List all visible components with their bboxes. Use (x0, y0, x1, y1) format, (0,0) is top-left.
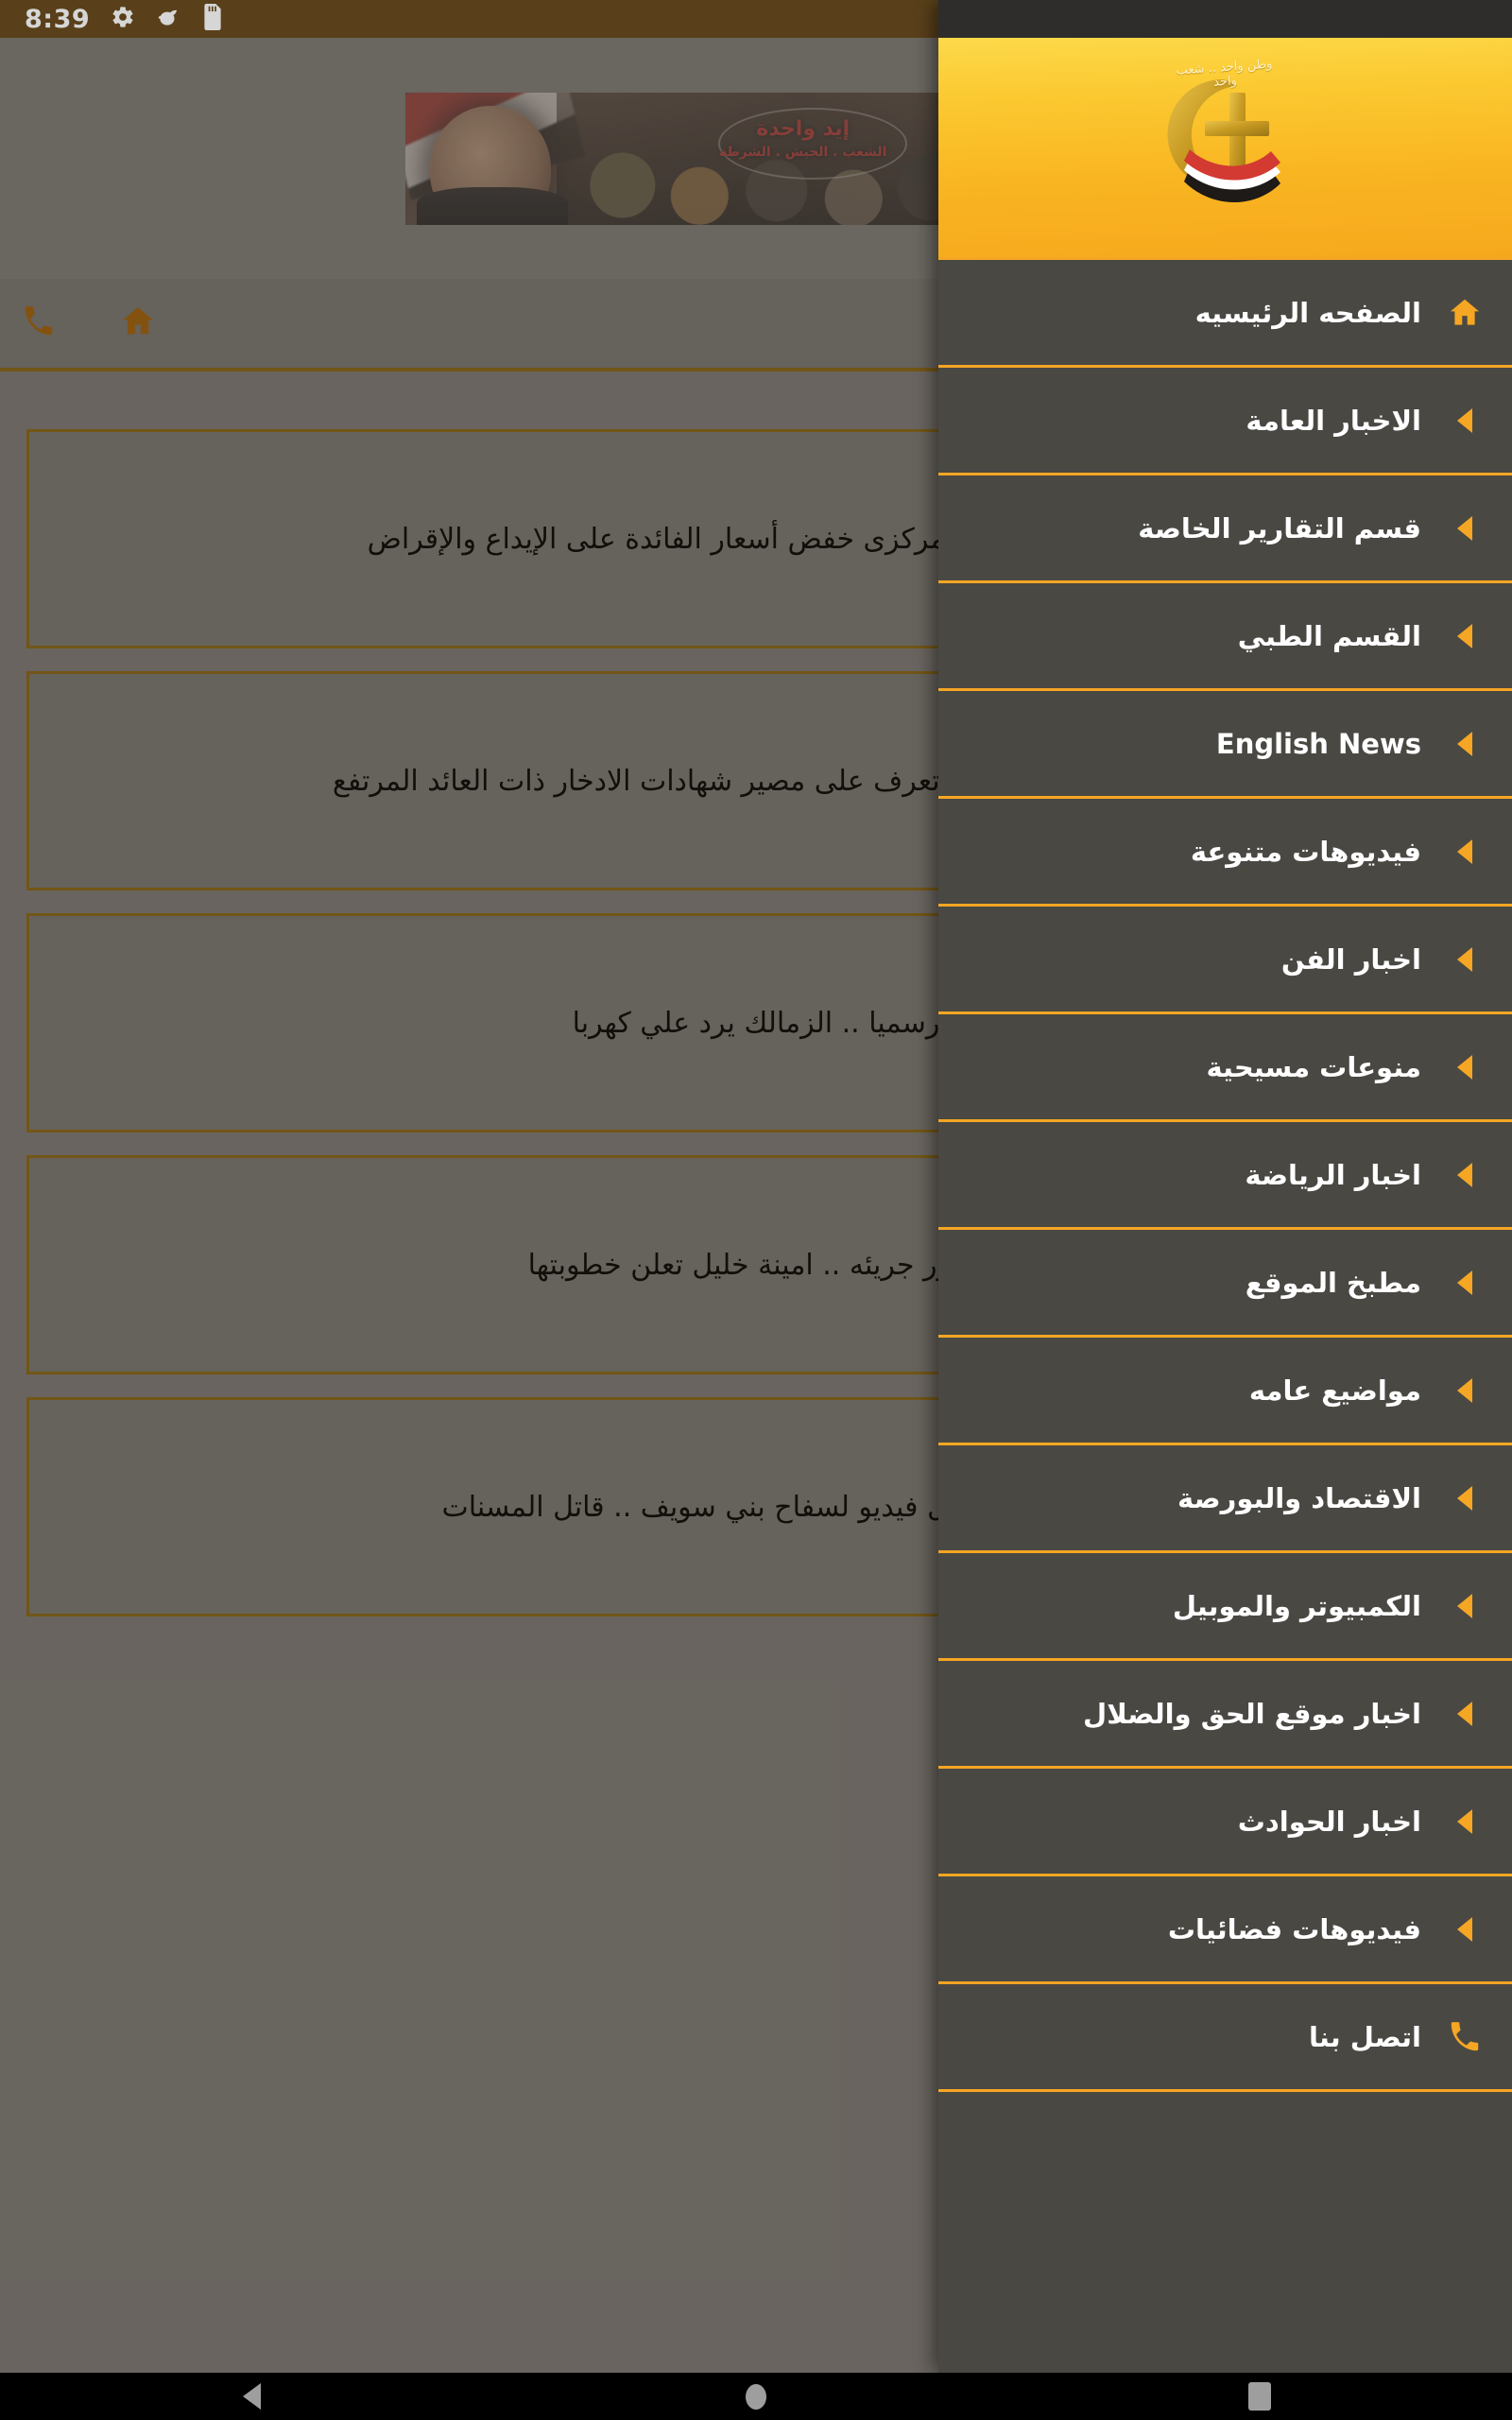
status-bar-scrim (0, 0, 945, 38)
caret-left-icon (1435, 1162, 1495, 1187)
drawer-item-label: الصفحه الرئيسيه (1194, 296, 1421, 329)
drawer-item-label: اخبار الفن (1280, 942, 1421, 976)
drawer-scrim[interactable] (0, 0, 945, 2373)
drawer-item-special-reports[interactable]: قسم التقارير الخاصة (938, 475, 1512, 583)
drawer-item-kitchen[interactable]: مطبخ الموقع (938, 1230, 1512, 1338)
caret-left-icon (1435, 623, 1495, 648)
drawer-item-label: القسم الطبي (1237, 619, 1421, 652)
drawer-item-accidents-news[interactable]: اخبار الحوادث (938, 1769, 1512, 1876)
drawer-item-label: فيديوهات متنوعة (1190, 835, 1421, 868)
drawer-item-label: مطبخ الموقع (1245, 1266, 1421, 1299)
drawer-item-art-news[interactable]: اخبار الفن (938, 907, 1512, 1014)
drawer-item-medical[interactable]: القسم الطبي (938, 583, 1512, 691)
home-icon[interactable] (699, 2373, 813, 2420)
recents-icon[interactable] (1203, 2373, 1316, 2420)
drawer-item-home[interactable]: الصفحه الرئيسيه (938, 260, 1512, 368)
drawer-item-christian-misc[interactable]: منوعات مسيحية (938, 1014, 1512, 1122)
drawer-item-sports-news[interactable]: اخبار الرياضة (938, 1122, 1512, 1230)
drawer-header: وطن واحد .. شعب واحد (938, 38, 1512, 257)
drawer-item-satellite-videos[interactable]: فيديوهات فضائيات (938, 1876, 1512, 1984)
drawer-item-label: فيديوهات فضائيات (1167, 1912, 1421, 1945)
caret-left-icon (1435, 838, 1495, 864)
drawer-item-haq-wal-dalal[interactable]: اخبار موقع الحق والضلال (938, 1661, 1512, 1769)
drawer-item-general-news[interactable]: الاخبار العامة (938, 368, 1512, 475)
phone-icon (1435, 2019, 1495, 2055)
home-icon (1435, 295, 1495, 331)
drawer-item-english-news[interactable]: English News (938, 691, 1512, 799)
caret-left-icon (1435, 1593, 1495, 1618)
drawer-item-label: قسم التقارير الخاصة (1138, 511, 1421, 544)
drawer-item-economy[interactable]: الاقتصاد والبورصة (938, 1445, 1512, 1553)
caret-left-icon (1435, 1377, 1495, 1403)
caret-left-icon (1435, 946, 1495, 972)
phone-screen: إيد واحدة الشعب . الجيش . الشرطة لماذا ق… (0, 0, 1512, 2420)
drawer-item-label: منوعات مسيحية (1206, 1050, 1421, 1083)
system-navigation-bar (0, 2373, 1512, 2420)
caret-left-icon (1435, 407, 1495, 433)
back-icon[interactable] (196, 2373, 309, 2420)
drawer-item-label: الاخبار العامة (1246, 404, 1421, 437)
drawer-item-label: مواضيع عامه (1248, 1374, 1421, 1407)
crescent-cross-egypt-flag-logo: وطن واحد .. شعب واحد (1131, 53, 1320, 242)
caret-left-icon (1435, 515, 1495, 541)
caret-left-icon (1435, 1701, 1495, 1726)
logo-arc-text: وطن واحد .. شعب واحد (1175, 57, 1273, 90)
drawer-item-general-topics[interactable]: مواضيع عامه (938, 1338, 1512, 1445)
drawer-item-label: الاقتصاد والبورصة (1177, 1481, 1421, 1514)
drawer-item-label: اخبار الرياضة (1245, 1158, 1421, 1191)
drawer-item-label: English News (1215, 727, 1421, 760)
drawer-status-pad (938, 0, 1512, 38)
caret-left-icon (1435, 1808, 1495, 1834)
caret-left-icon (1435, 1270, 1495, 1295)
drawer-item-label: اخبار الحوادث (1237, 1805, 1421, 1838)
drawer-tail (938, 2092, 1512, 2205)
drawer-item-various-videos[interactable]: فيديوهات متنوعة (938, 799, 1512, 907)
caret-left-icon (1435, 1916, 1495, 1942)
drawer-item-label: اخبار موقع الحق والضلال (1083, 1697, 1421, 1730)
caret-left-icon (1435, 1485, 1495, 1511)
navigation-drawer[interactable]: وطن واحد .. شعب واحد الصفحه الرئيسيه الا… (938, 0, 1512, 2373)
drawer-item-label: الكمبيوتر والموبيل (1172, 1589, 1421, 1622)
drawer-item-computer-mobile[interactable]: الكمبيوتر والموبيل (938, 1553, 1512, 1661)
drawer-item-contact-us[interactable]: اتصل بنا (938, 1984, 1512, 2092)
drawer-item-label: اتصل بنا (1308, 2020, 1421, 2053)
caret-left-icon (1435, 1054, 1495, 1080)
caret-left-icon (1435, 731, 1495, 756)
